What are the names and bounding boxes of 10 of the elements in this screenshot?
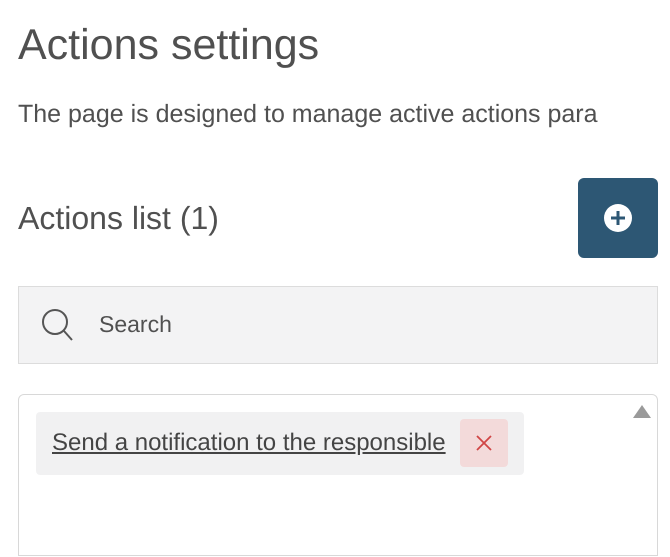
action-link[interactable]: Send a notification to the responsible (52, 425, 446, 461)
page-title: Actions settings (18, 20, 320, 71)
add-button[interactable] (578, 178, 658, 258)
scroll-up-icon (633, 404, 651, 418)
page-description: The page is designed to manage active actions para (18, 99, 598, 130)
close-icon (476, 435, 492, 451)
section-title: Actions list (1) (18, 198, 219, 238)
delete-button[interactable] (460, 419, 508, 467)
search-field[interactable]: Search (18, 286, 658, 364)
plus-icon (603, 202, 633, 232)
